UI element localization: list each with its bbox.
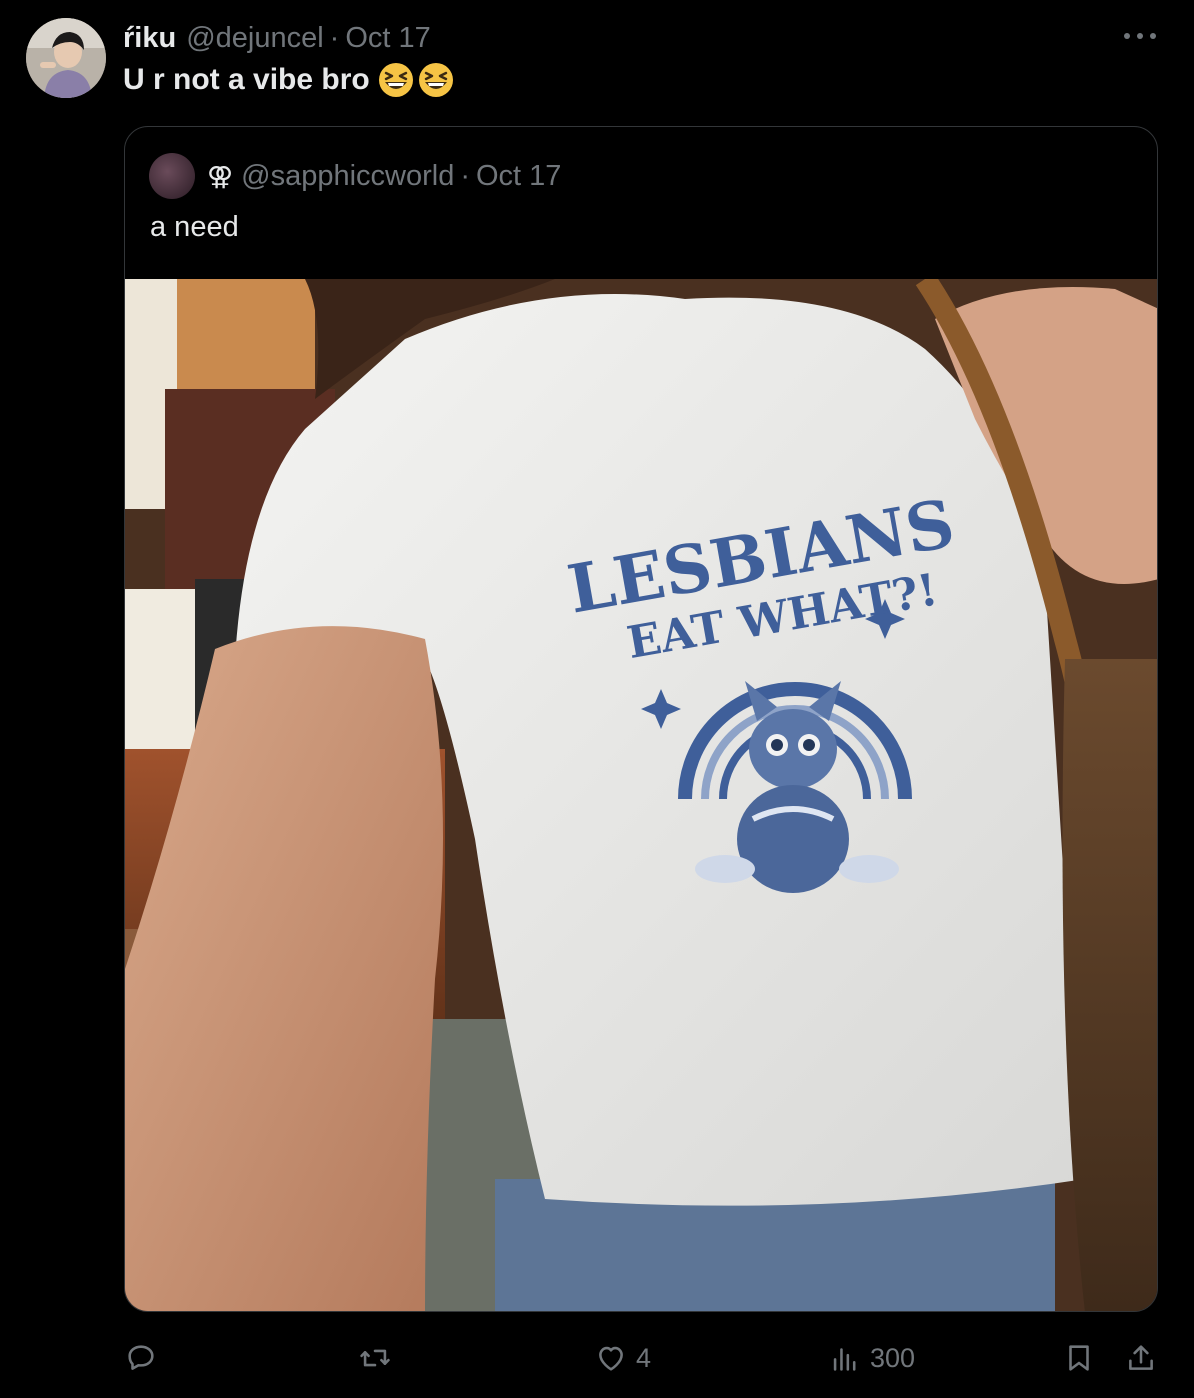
views-button[interactable]: 300 [828, 1336, 915, 1380]
author-handle[interactable]: @dejuncel [186, 22, 323, 55]
analytics-icon [833, 1348, 856, 1371]
photo-image: LESBIANS EAT WHAT?! [125, 279, 1157, 1311]
author-avatar[interactable] [26, 18, 106, 98]
grinning-squinting-face-icon [378, 63, 413, 97]
share-icon [1129, 1345, 1153, 1370]
like-count: 4 [636, 1342, 652, 1373]
quoted-date[interactable]: Oct 17 [476, 160, 561, 193]
share-button[interactable] [1124, 1336, 1158, 1380]
quoted-header: ⚢ @sapphiccworld · Oct 17 [149, 153, 561, 199]
heart-icon [599, 1346, 623, 1371]
quoted-tweet[interactable]: ⚢ @sapphiccworld · Oct 17 a need LESBIAN… [124, 126, 1158, 1312]
more-options-icon[interactable] [1124, 28, 1156, 44]
tweet-text-content: U r not a vibe bro [123, 63, 370, 96]
bookmark-button[interactable] [1062, 1336, 1096, 1380]
quoted-text: a need [150, 211, 239, 243]
quoted-avatar[interactable] [149, 153, 195, 199]
tweet-date[interactable]: Oct 17 [345, 22, 430, 55]
grinning-squinting-face-icon [418, 63, 453, 97]
separator-dot: · [460, 159, 470, 192]
action-bar: 4 300 [0, 1336, 1194, 1380]
reply-button[interactable] [124, 1336, 158, 1380]
quoted-photo[interactable]: LESBIANS EAT WHAT?! [125, 279, 1157, 1311]
separator-dot: · [329, 21, 340, 54]
author-name[interactable]: ŕiku [123, 22, 176, 55]
repost-button[interactable] [358, 1336, 392, 1380]
views-count: 300 [870, 1342, 916, 1373]
like-button[interactable]: 4 [594, 1336, 651, 1380]
tweet-header: ŕiku @dejuncel · Oct 17 [123, 20, 431, 56]
tweet-text: U r not a vibe bro [123, 62, 454, 98]
quoted-handle[interactable]: @sapphiccworld [241, 160, 454, 193]
bookmark-icon [1069, 1345, 1089, 1371]
avatar-image [26, 18, 106, 98]
repost-icon [360, 1349, 390, 1367]
quoted-name-symbol: ⚢ [207, 160, 234, 191]
reply-icon [128, 1345, 154, 1370]
